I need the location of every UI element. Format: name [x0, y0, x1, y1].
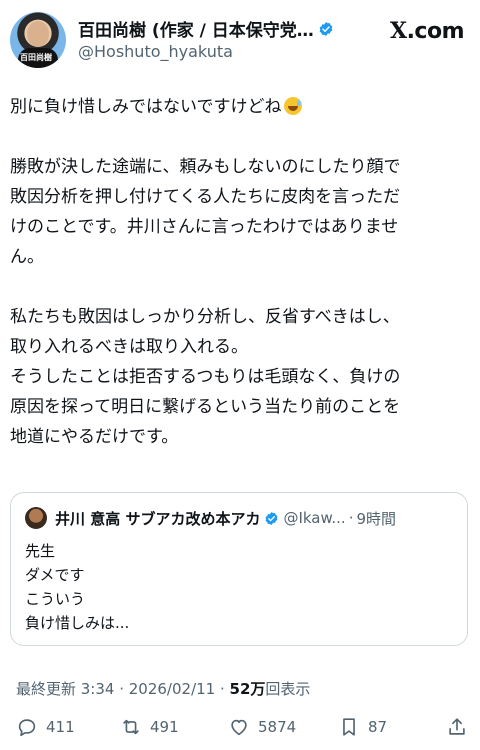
quoted-line: こういう	[25, 590, 86, 608]
site-suffix: .com	[406, 19, 465, 44]
view-count: 52万	[229, 680, 266, 698]
quoted-line: 先生	[25, 542, 56, 560]
tweet-line: 原因を探って明日に繋げるという当たり前のことを	[10, 397, 401, 417]
tweet-paragraph-3: 私たちも敗因はしっかり分析し、反省すべきはし、 取り入れるべきは取り入れる。 そ…	[10, 302, 472, 452]
quoted-line: 負け惜しみは...	[25, 614, 130, 632]
tweet-line: そうしたことは拒否するつもりは毛頭なく、負けの	[10, 367, 401, 387]
separator-dot: ·	[348, 509, 354, 527]
avatar-sign: 百田尚樹	[20, 53, 52, 62]
quoted-tweet-header: 井川 意高 サブアカ改め本アカ @Ikaw... · 9時間	[25, 507, 396, 529]
site-logo: X.com	[389, 18, 465, 44]
tweet-paragraph-1: 別に負け惜しみではないですけどね	[10, 92, 472, 122]
last-updated-timestamp[interactable]: 最終更新 3:34 · 2026/02/11 ·	[16, 680, 230, 698]
bookmark-icon	[343, 718, 355, 736]
quoted-author-name[interactable]: 井川 意高 サブアカ改め本アカ	[55, 508, 260, 529]
tweet-text: 別に負け惜しみではないですけどね 勝敗が決した途端に、頼みもしないのにしたり顔で…	[10, 92, 472, 452]
tweet-line: けのことです。井川さんに言ったわけではありませ	[10, 217, 399, 237]
tweet-paragraph-2: 勝敗が決した途端に、頼みもしないのにしたり顔で 敗因分析を押し付けてくる人たちに…	[10, 152, 472, 272]
verified-badge-icon	[319, 21, 333, 36]
verified-badge-icon	[266, 511, 278, 525]
x-logo-icon: X	[389, 18, 407, 44]
bookmark-count: 87	[368, 718, 388, 736]
share-icon	[449, 718, 465, 735]
author-handle[interactable]: @Hoshuto_hyakuta	[78, 42, 233, 61]
like-button[interactable]: 5874	[228, 716, 296, 738]
quoted-author-handle[interactable]: @Ikaw...	[283, 509, 345, 527]
reply-icon	[18, 719, 36, 737]
author-display-name[interactable]: 百田尚樹 (作家 / 日本保守党…	[78, 16, 314, 41]
quoted-author-avatar[interactable]	[25, 507, 47, 529]
action-bar: 411 491 5874 87	[10, 716, 472, 742]
quoted-timestamp[interactable]: 9時間	[356, 508, 396, 529]
quoted-tweet[interactable]: 井川 意高 サブアカ改め本アカ @Ikaw... · 9時間 先生 ダメです こ…	[10, 492, 468, 646]
tweet-line: 私たちも敗因はしっかり分析し、反省すべきはし、	[10, 307, 400, 327]
repost-button[interactable]: 491	[120, 716, 179, 738]
tweet-meta: 最終更新 3:34 · 2026/02/11 · 52万回表示	[16, 678, 310, 699]
tweet-line: 別に負け惜しみではないですけどね	[10, 92, 472, 122]
like-count: 5874	[258, 718, 297, 736]
tweet-line-text: 別に負け惜しみではないですけどね	[10, 97, 282, 117]
tweet-line: ん。	[10, 247, 44, 267]
tweet-line: 地道にやるだけです。	[10, 427, 179, 447]
reply-count: 411	[46, 718, 75, 736]
share-button[interactable]	[446, 716, 468, 738]
tweet-line: 勝敗が決した途端に、頼みもしないのにしたり顔で	[10, 157, 401, 177]
quoted-line: ダメです	[25, 566, 85, 584]
tweet-line: 敗因分析を押し付けてくる人たちに皮肉を言っただ	[10, 187, 401, 207]
sweat-smile-emoji-icon	[283, 97, 302, 115]
repost-icon	[123, 719, 139, 735]
author-name-row[interactable]: 百田尚樹 (作家 / 日本保守党…	[78, 16, 334, 41]
author-avatar[interactable]: 百田尚樹	[10, 12, 66, 68]
tweet-line: 取り入れるべきは取り入れる。	[10, 337, 248, 357]
reply-button[interactable]: 411	[16, 716, 75, 738]
like-icon	[231, 719, 247, 736]
bookmark-button[interactable]: 87	[338, 716, 387, 738]
quoted-tweet-text: 先生 ダメです こういう 負け惜しみは...	[25, 539, 129, 635]
view-count-label: 回表示	[265, 680, 311, 698]
avatar-face	[27, 21, 49, 47]
tweet-header: 百田尚樹 百田尚樹 (作家 / 日本保守党… @Hoshuto_hyakuta …	[10, 12, 470, 68]
repost-count: 491	[150, 718, 179, 736]
